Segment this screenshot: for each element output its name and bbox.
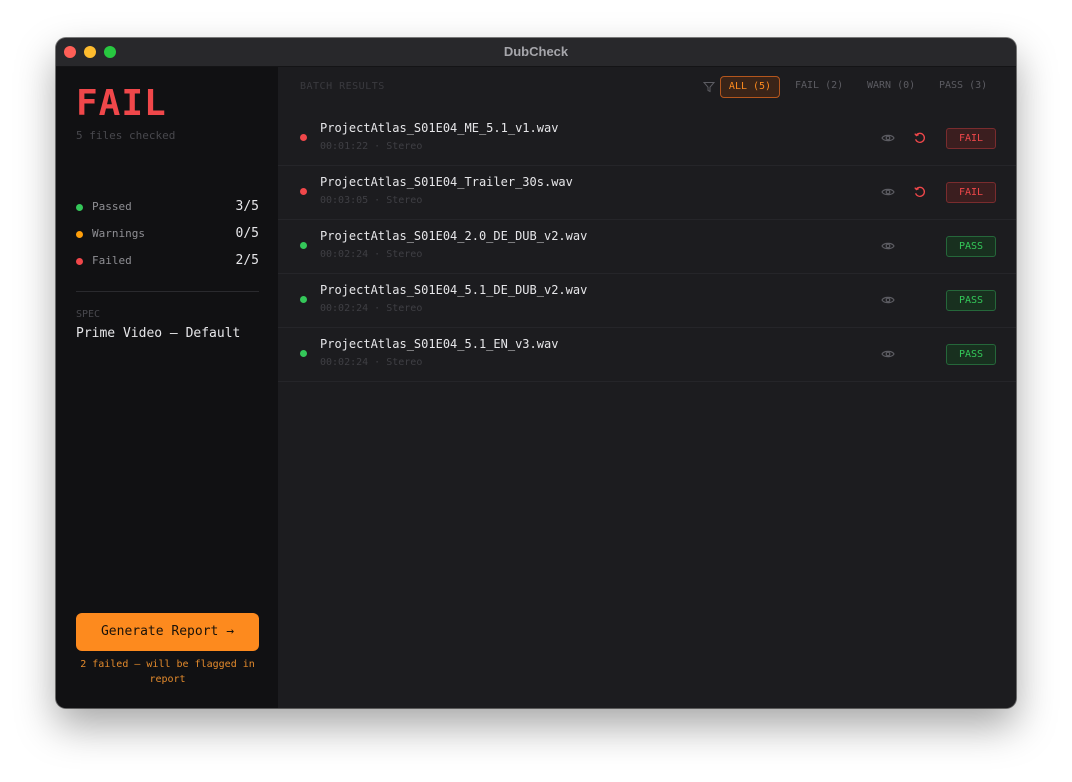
verdict-label: FAIL bbox=[76, 83, 167, 124]
sidebar: FAIL 5 files checked Passed 3/5 Warnings… bbox=[56, 67, 278, 708]
file-meta: 00:02:24 · Stereo bbox=[320, 357, 423, 368]
warnings-status-dot bbox=[76, 231, 83, 238]
file-meta: 00:03:05 · Stereo bbox=[320, 195, 423, 206]
result-row[interactable]: ProjectAtlas_S01E04_Trailer_30s.wav 00:03… bbox=[278, 165, 1016, 220]
stat-warnings: Warnings 0/5 bbox=[76, 226, 259, 244]
generate-report-button[interactable]: Generate Report → bbox=[76, 613, 259, 651]
retry-icon[interactable] bbox=[913, 185, 927, 199]
retry-icon[interactable] bbox=[913, 131, 927, 145]
title-bar: DubCheck bbox=[56, 38, 1016, 67]
file-name: ProjectAtlas_S01E04_Trailer_30s.wav bbox=[320, 175, 573, 189]
filter-tab-warn[interactable]: WARN (0) bbox=[867, 76, 915, 96]
result-row[interactable]: ProjectAtlas_S01E04_ME_5.1_v1.wav 00:01:2… bbox=[278, 111, 1016, 166]
spec-label: SPEC bbox=[76, 309, 101, 320]
stat-value: 0/5 bbox=[235, 226, 259, 241]
files-checked-count: 5 files checked bbox=[76, 129, 176, 142]
batch-results-label: BATCH RESULTS bbox=[300, 81, 385, 92]
stat-label: Failed bbox=[92, 254, 132, 267]
file-name: ProjectAtlas_S01E04_5.1_EN_v3.wav bbox=[320, 337, 559, 351]
filter-tab-all[interactable]: ALL (5) bbox=[720, 76, 780, 98]
app-window: DubCheck FAIL 5 files checked Passed 3/5… bbox=[56, 38, 1016, 708]
status-dot bbox=[300, 188, 307, 195]
status-badge: PASS bbox=[946, 236, 996, 257]
file-name: ProjectAtlas_S01E04_5.1_DE_DUB_v2.wav bbox=[320, 283, 588, 297]
status-dot bbox=[300, 134, 307, 141]
file-meta: 00:02:24 · Stereo bbox=[320, 249, 423, 260]
spec-value: Prime Video — Default bbox=[76, 326, 241, 341]
file-meta: 00:01:22 · Stereo bbox=[320, 141, 423, 152]
status-badge: FAIL bbox=[946, 128, 996, 149]
stat-passed: Passed 3/5 bbox=[76, 199, 259, 217]
stat-label: Warnings bbox=[92, 227, 145, 240]
status-badge: PASS bbox=[946, 290, 996, 311]
result-row[interactable]: ProjectAtlas_S01E04_2.0_DE_DUB_v2.wav 00:… bbox=[278, 219, 1016, 274]
filter-icon[interactable] bbox=[703, 81, 715, 93]
stat-label: Passed bbox=[92, 200, 132, 213]
status-badge: FAIL bbox=[946, 182, 996, 203]
eye-icon[interactable] bbox=[881, 239, 895, 253]
stat-value: 3/5 bbox=[235, 199, 259, 214]
eye-icon[interactable] bbox=[881, 131, 895, 145]
status-dot bbox=[300, 242, 307, 249]
result-row[interactable]: ProjectAtlas_S01E04_5.1_DE_DUB_v2.wav 00:… bbox=[278, 273, 1016, 328]
eye-icon[interactable] bbox=[881, 347, 895, 361]
file-meta: 00:02:24 · Stereo bbox=[320, 303, 423, 314]
batch-results-panel: BATCH RESULTS ALL (5) FAIL (2) WARN (0) … bbox=[278, 67, 1016, 708]
filter-tab-pass[interactable]: PASS (3) bbox=[939, 76, 987, 96]
status-badge: PASS bbox=[946, 344, 996, 365]
stat-value: 2/5 bbox=[235, 253, 259, 268]
eye-icon[interactable] bbox=[881, 185, 895, 199]
stat-failed: Failed 2/5 bbox=[76, 253, 259, 271]
result-row[interactable]: ProjectAtlas_S01E04_5.1_EN_v3.wav 00:02:2… bbox=[278, 327, 1016, 382]
window-title: DubCheck bbox=[503, 44, 569, 59]
passed-status-dot bbox=[76, 204, 83, 211]
sidebar-divider bbox=[76, 291, 259, 292]
failed-status-dot bbox=[76, 258, 83, 265]
status-dot bbox=[300, 350, 307, 357]
eye-icon[interactable] bbox=[881, 293, 895, 307]
filter-tab-fail[interactable]: FAIL (2) bbox=[795, 76, 843, 96]
file-name: ProjectAtlas_S01E04_ME_5.1_v1.wav bbox=[320, 121, 559, 135]
file-name: ProjectAtlas_S01E04_2.0_DE_DUB_v2.wav bbox=[320, 229, 588, 243]
status-dot bbox=[300, 296, 307, 303]
generate-report-note: 2 failed — will be flagged in report bbox=[80, 659, 255, 685]
